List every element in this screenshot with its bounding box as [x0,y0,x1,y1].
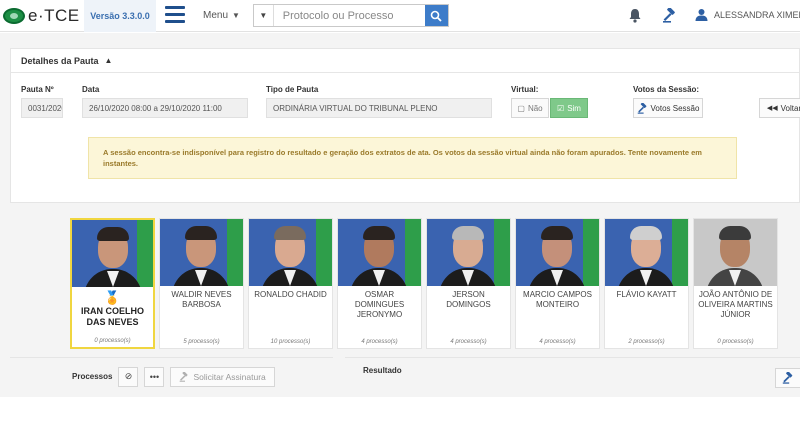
search-type-caret-icon[interactable]: ▼ [254,5,274,26]
user-icon [695,9,708,21]
user-name: ALESSANDRA XIMENES [714,9,800,20]
details-panel-header[interactable]: Detalhes da Pauta ▲ [11,49,799,73]
member-card[interactable]: FLÁVIO KAYATT 2 processo(s) [604,218,689,349]
member-count: 4 processo(s) [539,339,576,345]
member-card[interactable]: 🏅 IRAN COELHO DAS NEVES 0 processo(s) [70,218,155,349]
label-votos: Votos da Sessão: [633,85,700,94]
member-name: IRAN COELHO DAS NEVES [81,306,144,327]
etce-logo[interactable]: e·TCE [3,6,80,26]
search-box: ▼ [253,4,449,27]
solicitar-assinatura-button[interactable]: Solicitar Assinatura [170,366,275,387]
tipo-field: ORDINÁRIA VIRTUAL DO TRIBUNAL PLENO [266,98,492,118]
notifications-bell-icon[interactable] [628,8,642,26]
member-photo [694,219,777,286]
member-card[interactable]: MARCIO CAMPOS MONTEIRO 4 processo(s) [515,218,600,349]
member-photo [427,219,510,286]
back-icon: ◀◀ [766,105,778,112]
member-name: WALDIR NEVES BARBOSA [171,290,232,309]
ellipsis-icon: ••• [149,371,160,382]
logo-text: e·TCE [28,6,80,25]
virtual-yes-button[interactable]: ☑ Sim [550,98,588,118]
member-name: OSMAR DOMINGUES JERONYMO [354,290,405,319]
ban-icon: ⊘ [124,371,133,381]
chevron-up-icon: ▲ [104,56,113,65]
caret-down-icon: ▼ [232,11,240,20]
member-name: JERSON DOMINGOS [446,290,491,309]
member-count: 10 processo(s) [270,339,311,345]
member-name: FLÁVIO KAYATT [616,290,677,299]
menu-dropdown[interactable]: Menu ▼ [203,10,240,21]
gavel-icon[interactable] [662,7,677,26]
member-count: 4 processo(s) [450,339,487,345]
yes-label: Sim [567,103,581,113]
member-card[interactable]: JERSON DOMINGOS 4 processo(s) [426,218,511,349]
top-bar: e·TCE Versão 3.3.0.0 Menu▼ ▼ ALESSANDRA … [0,0,800,32]
member-name: MARCIO CAMPOS MONTEIRO [523,290,592,309]
member-count: 0 processo(s) [717,339,754,345]
label-data: Data [82,85,100,94]
gavel-icon [180,371,189,382]
member-card[interactable]: WALDIR NEVES BARBOSA 5 processo(s) [159,218,244,349]
member-name: JOÃO ANTÔNIO DE OLIVEIRA MARTINS JÚNIOR [698,290,773,319]
check-square-icon: ☑ [557,103,565,113]
member-count: 4 processo(s) [361,339,398,345]
member-photo [72,220,153,287]
member-count: 0 processo(s) [94,338,131,344]
more-button[interactable]: ••• [144,366,165,387]
page-footer-area [0,397,800,439]
search-input[interactable] [273,5,425,26]
resultado-gavel-button[interactable] [775,368,800,388]
pauta-field: 0031/2020 [21,98,63,118]
solicitar-label: Solicitar Assinatura [193,371,266,382]
block-button[interactable]: ⊘ [118,366,139,387]
details-title: Detalhes da Pauta [21,55,99,66]
gavel-icon [637,102,646,114]
award-icon: 🏅 [104,290,121,305]
votos-sessao-button[interactable]: Votos Sessão [633,98,703,118]
logo-icon [3,8,25,24]
menu-label: Menu [203,10,229,21]
label-tipo: Tipo de Pauta [266,85,319,94]
warning-alert: A sessão encontra-se indisponível para r… [88,137,737,179]
resultado-toolbar: Resultado [345,357,800,395]
member-photo [249,219,332,286]
search-button[interactable] [424,5,448,26]
member-count: 2 processo(s) [628,339,665,345]
votos-label: Votos Sessão [650,103,700,113]
version-badge: Versão 3.3.0.0 [84,0,156,32]
member-card[interactable]: JOÃO ANTÔNIO DE OLIVEIRA MARTINS JÚNIOR … [693,218,778,349]
details-panel: Detalhes da Pauta ▲ Pauta Nº Data Tipo d… [10,48,800,203]
user-menu[interactable]: ALESSANDRA XIMENES [695,8,800,21]
search-icon [431,10,443,22]
hamburger-menu-icon[interactable] [165,6,185,24]
data-field: 26/10/2020 08:00 a 29/10/2020 11:00 [82,98,248,118]
member-card[interactable]: OSMAR DOMINGUES JERONYMO 4 processo(s) [337,218,422,349]
processos-label: Processos [72,372,113,381]
member-card[interactable]: RONALDO CHADID 10 processo(s) [248,218,333,349]
member-name: RONALDO CHADID [254,290,327,299]
member-photo [605,219,688,286]
virtual-no-button[interactable]: ▢ Não [511,98,549,118]
member-count: 5 processo(s) [183,339,220,345]
label-pauta: Pauta Nº [21,85,54,94]
resultado-label: Resultado [363,366,402,375]
member-photo [338,219,421,286]
square-icon: ▢ [517,103,525,113]
members-list: 🏅 IRAN COELHO DAS NEVES 0 processo(s) WA… [70,218,782,350]
no-label: Não [527,103,543,113]
voltar-label: Voltar [780,103,800,113]
label-virtual: Virtual: [511,85,539,94]
voltar-button[interactable]: ◀◀ Voltar [759,98,800,118]
member-photo [516,219,599,286]
gavel-icon [782,372,793,384]
processos-toolbar: Processos ⊘ ••• Solicitar Assinatura [10,357,333,395]
member-photo [160,219,243,286]
